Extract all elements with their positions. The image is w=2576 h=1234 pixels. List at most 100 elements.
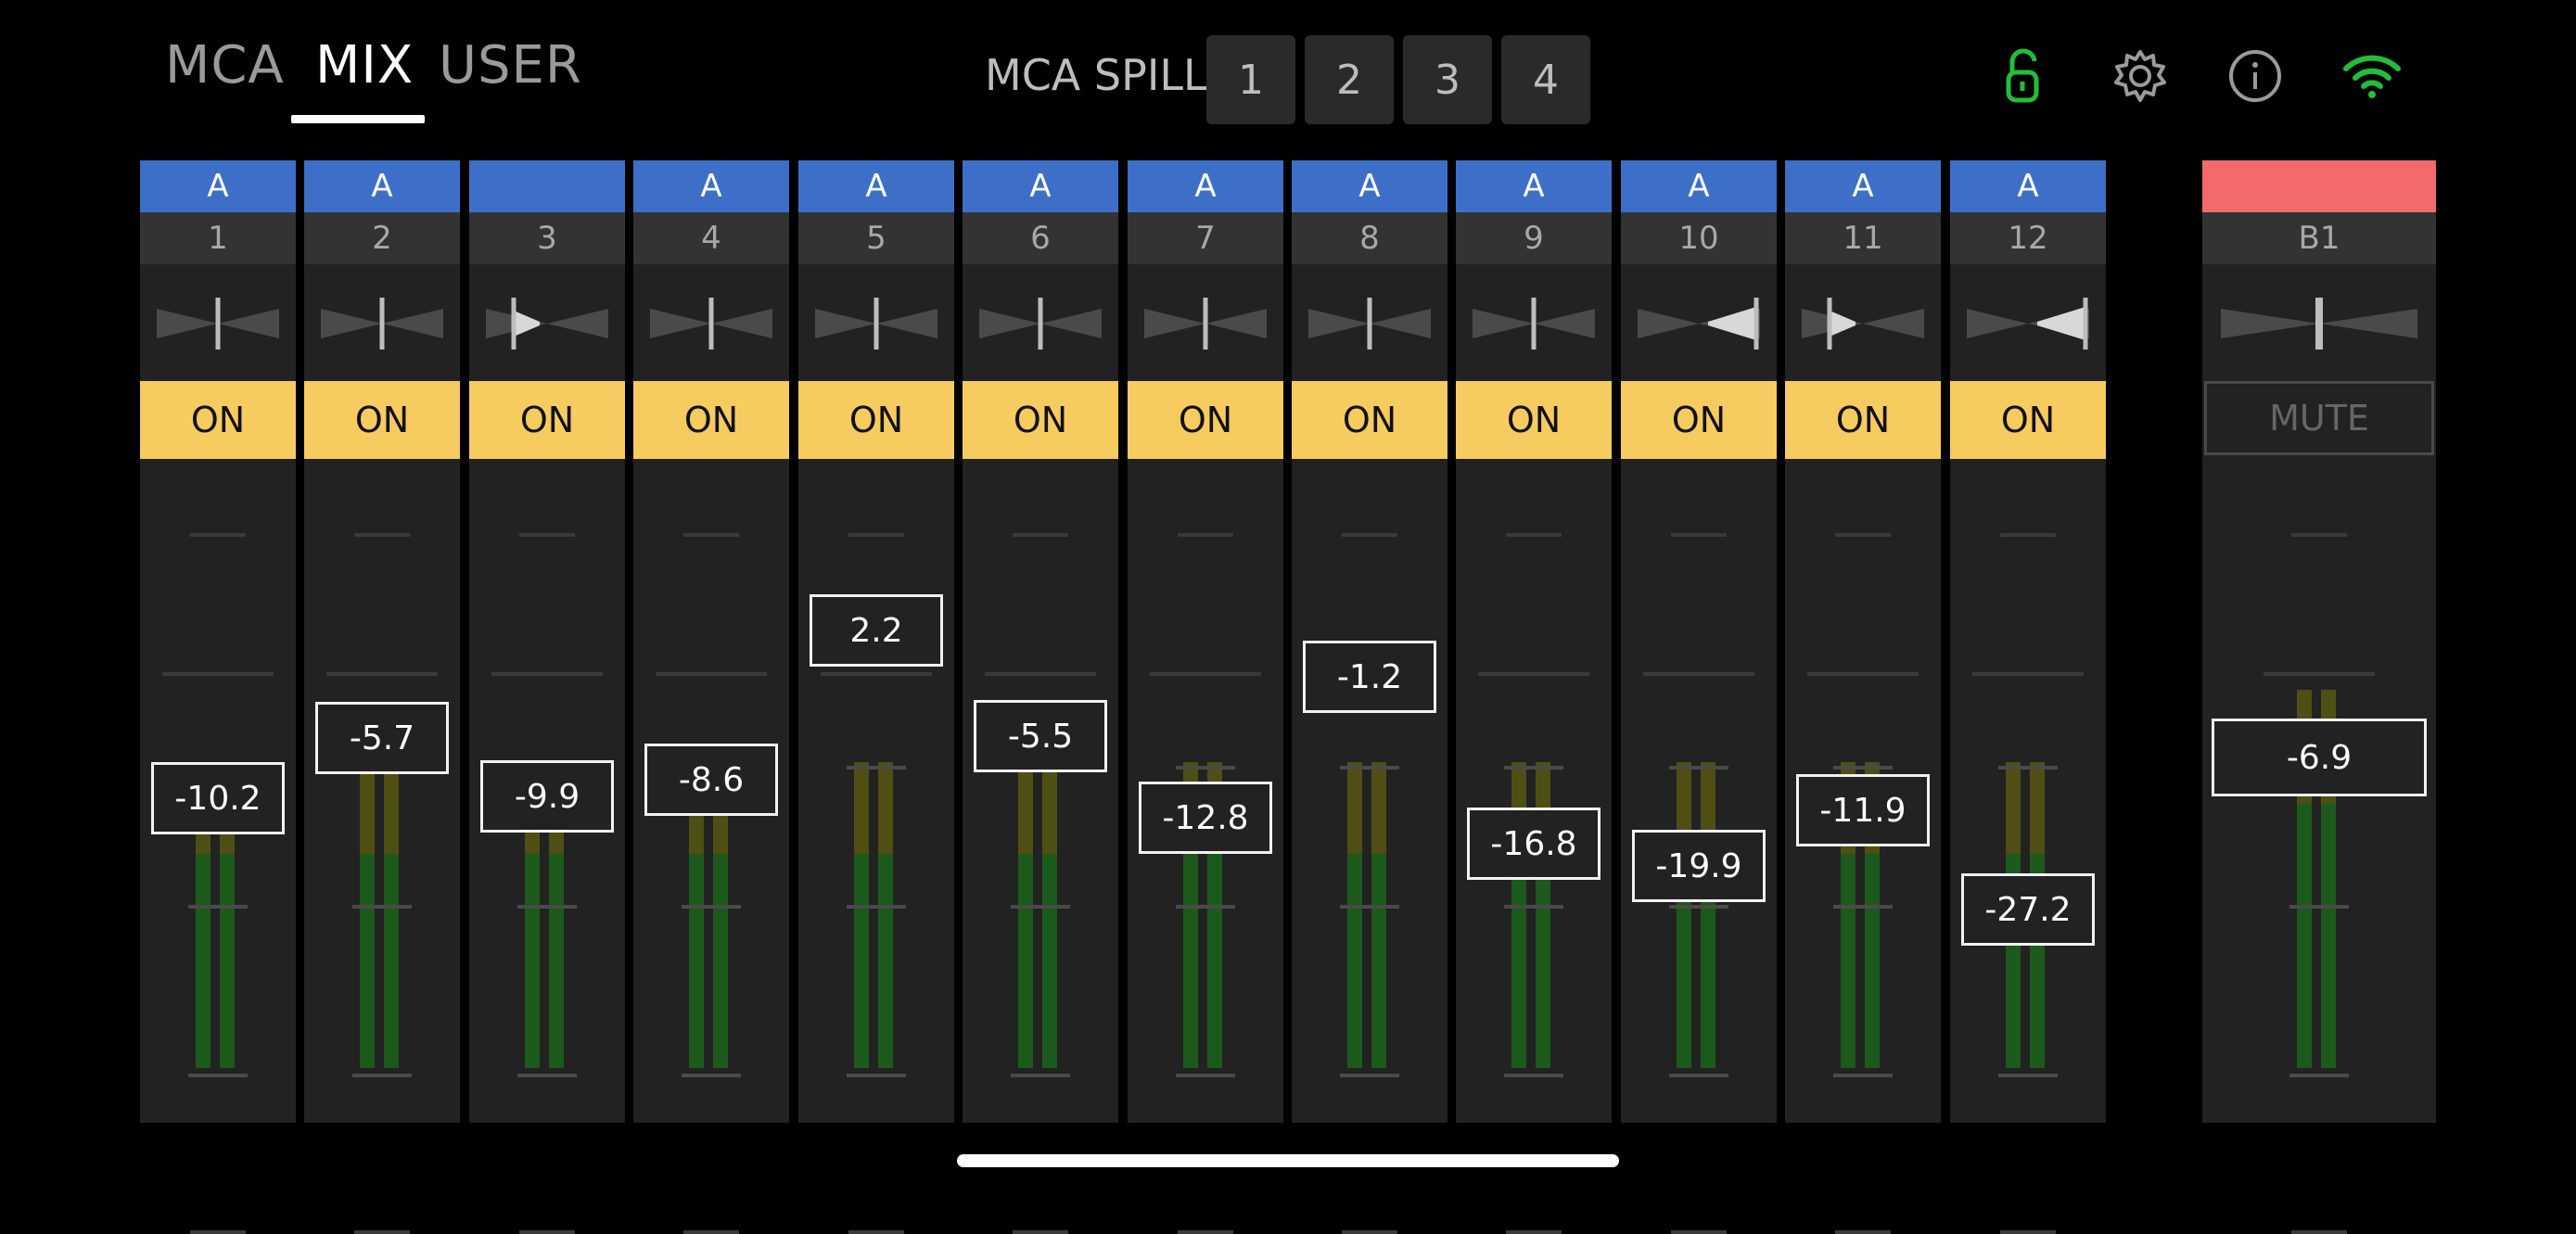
bus-color-header[interactable] xyxy=(2202,160,2436,212)
tab-user[interactable]: USER xyxy=(439,35,582,95)
fader-scale-mark xyxy=(1342,533,1397,537)
unlock-icon[interactable] xyxy=(1996,46,2055,106)
channel-number[interactable]: 10 xyxy=(1621,212,1777,264)
channel-number[interactable]: 6 xyxy=(963,212,1118,264)
channel-on-button[interactable]: ON xyxy=(1950,381,2106,459)
fader-scale-mark xyxy=(1835,1230,1891,1234)
info-icon[interactable] xyxy=(2225,46,2285,106)
channel-strip: A 5 ON 2.2 xyxy=(798,160,954,1234)
group-assignment[interactable]: A xyxy=(1621,160,1777,212)
spill-button-2[interactable]: 2 xyxy=(1305,35,1394,124)
meter-bar xyxy=(1042,762,1057,1068)
channel-number[interactable]: 9 xyxy=(1456,212,1612,264)
spill-button-1[interactable]: 1 xyxy=(1206,35,1295,124)
group-assignment[interactable]: A xyxy=(633,160,789,212)
meter-bar xyxy=(1701,762,1715,1068)
group-assignment[interactable]: A xyxy=(963,160,1118,212)
bus-mute-button[interactable]: MUTE xyxy=(2204,381,2434,455)
pan-control[interactable] xyxy=(815,290,937,357)
meter-scale-mark xyxy=(352,905,412,909)
home-indicator[interactable] xyxy=(957,1154,1619,1167)
group-assignment[interactable]: A xyxy=(1292,160,1447,212)
fader-level-handle[interactable]: -5.5 xyxy=(974,700,1107,772)
fader-scale-mark xyxy=(1835,533,1891,537)
group-assignment[interactable]: A xyxy=(1785,160,1941,212)
pan-control[interactable] xyxy=(486,290,608,357)
channel-on-button[interactable]: ON xyxy=(469,381,625,459)
pan-control[interactable] xyxy=(1638,290,1760,357)
tab-mca[interactable]: MCA xyxy=(165,35,285,95)
fader-scale-mark xyxy=(519,1230,575,1234)
pan-control[interactable] xyxy=(157,290,279,357)
group-assignment[interactable]: A xyxy=(304,160,460,212)
channel-on-button[interactable]: ON xyxy=(140,381,296,459)
level-meter xyxy=(352,612,412,1077)
fader-scale-mark xyxy=(2000,1230,2056,1234)
group-assignment[interactable]: A xyxy=(1128,160,1283,212)
channel-number[interactable]: 3 xyxy=(469,212,625,264)
channel-number[interactable]: 2 xyxy=(304,212,460,264)
channel-on-button[interactable]: ON xyxy=(1128,381,1283,459)
meter-scale-mark xyxy=(1669,905,1728,909)
fader-level-handle[interactable]: -9.9 xyxy=(480,760,614,833)
fader-level-handle[interactable]: -11.9 xyxy=(1796,774,1930,846)
fader-scale-mark xyxy=(1506,1230,1562,1234)
group-assignment[interactable]: A xyxy=(1950,160,2106,212)
pan-control[interactable] xyxy=(2221,290,2417,357)
group-assignment[interactable]: A xyxy=(798,160,954,212)
group-assignment[interactable]: A xyxy=(140,160,296,212)
mca-spill-label: MCA SPILL xyxy=(985,50,1207,100)
meter-scale-mark xyxy=(188,905,248,909)
channel-number[interactable]: 11 xyxy=(1785,212,1941,264)
fader-level-handle[interactable]: -19.9 xyxy=(1632,830,1766,902)
meter-scale-mark xyxy=(1833,1074,1893,1077)
fader-level-handle[interactable]: 2.2 xyxy=(810,594,943,667)
channel-on-button[interactable]: ON xyxy=(1621,381,1777,459)
pan-control[interactable] xyxy=(1802,290,1924,357)
fader-level-handle[interactable]: -16.8 xyxy=(1467,808,1600,880)
channel-number[interactable]: 1 xyxy=(140,212,296,264)
channel-on-button[interactable]: ON xyxy=(798,381,954,459)
fader-level-handle[interactable]: -5.7 xyxy=(315,702,449,774)
fader-scale-mark xyxy=(1671,533,1727,537)
channel-number[interactable]: 8 xyxy=(1292,212,1447,264)
channel-on-button[interactable]: ON xyxy=(1292,381,1447,459)
gear-icon[interactable] xyxy=(2111,46,2170,106)
pan-control[interactable] xyxy=(979,290,1102,357)
pan-control[interactable] xyxy=(650,290,772,357)
tab-mix[interactable]: MIX xyxy=(315,35,414,95)
channel-on-button[interactable]: ON xyxy=(304,381,460,459)
meter-scale-mark xyxy=(517,905,577,909)
channel-on-button[interactable]: ON xyxy=(1456,381,1612,459)
fader-level-handle[interactable]: -8.6 xyxy=(644,744,778,816)
group-assignment[interactable] xyxy=(469,160,625,212)
spill-button-4[interactable]: 4 xyxy=(1501,35,1590,124)
channel-number[interactable]: 12 xyxy=(1950,212,2106,264)
spill-button-3[interactable]: 3 xyxy=(1403,35,1492,124)
fader-level-handle[interactable]: -1.2 xyxy=(1303,641,1436,713)
channel-on-button[interactable]: ON xyxy=(633,381,789,459)
fader-scale-mark xyxy=(519,533,575,537)
pan-control[interactable] xyxy=(1473,290,1595,357)
pan-control[interactable] xyxy=(1144,290,1267,357)
bus-name[interactable]: B1 xyxy=(2202,212,2436,264)
fader-level-handle[interactable]: -12.8 xyxy=(1139,782,1272,854)
fader-scale-mark xyxy=(683,533,739,537)
fader-level-handle[interactable]: -10.2 xyxy=(151,762,285,834)
meter-bar xyxy=(854,762,869,1068)
meter-bar xyxy=(1018,762,1033,1068)
bus-fader-level-handle[interactable]: -6.9 xyxy=(2212,719,2427,796)
channel-on-button[interactable]: ON xyxy=(963,381,1118,459)
meter-bar xyxy=(1347,762,1362,1068)
fader-scale-mark xyxy=(1013,1230,1068,1234)
channel-number[interactable]: 5 xyxy=(798,212,954,264)
pan-control[interactable] xyxy=(1967,290,2089,357)
pan-control[interactable] xyxy=(321,290,443,357)
channel-number[interactable]: 4 xyxy=(633,212,789,264)
fader-level-handle[interactable]: -27.2 xyxy=(1961,873,2095,946)
channel-number[interactable]: 7 xyxy=(1128,212,1283,264)
channel-strip: 3 ON -9.9 xyxy=(469,160,625,1234)
pan-control[interactable] xyxy=(1308,290,1431,357)
group-assignment[interactable]: A xyxy=(1456,160,1612,212)
channel-on-button[interactable]: ON xyxy=(1785,381,1941,459)
